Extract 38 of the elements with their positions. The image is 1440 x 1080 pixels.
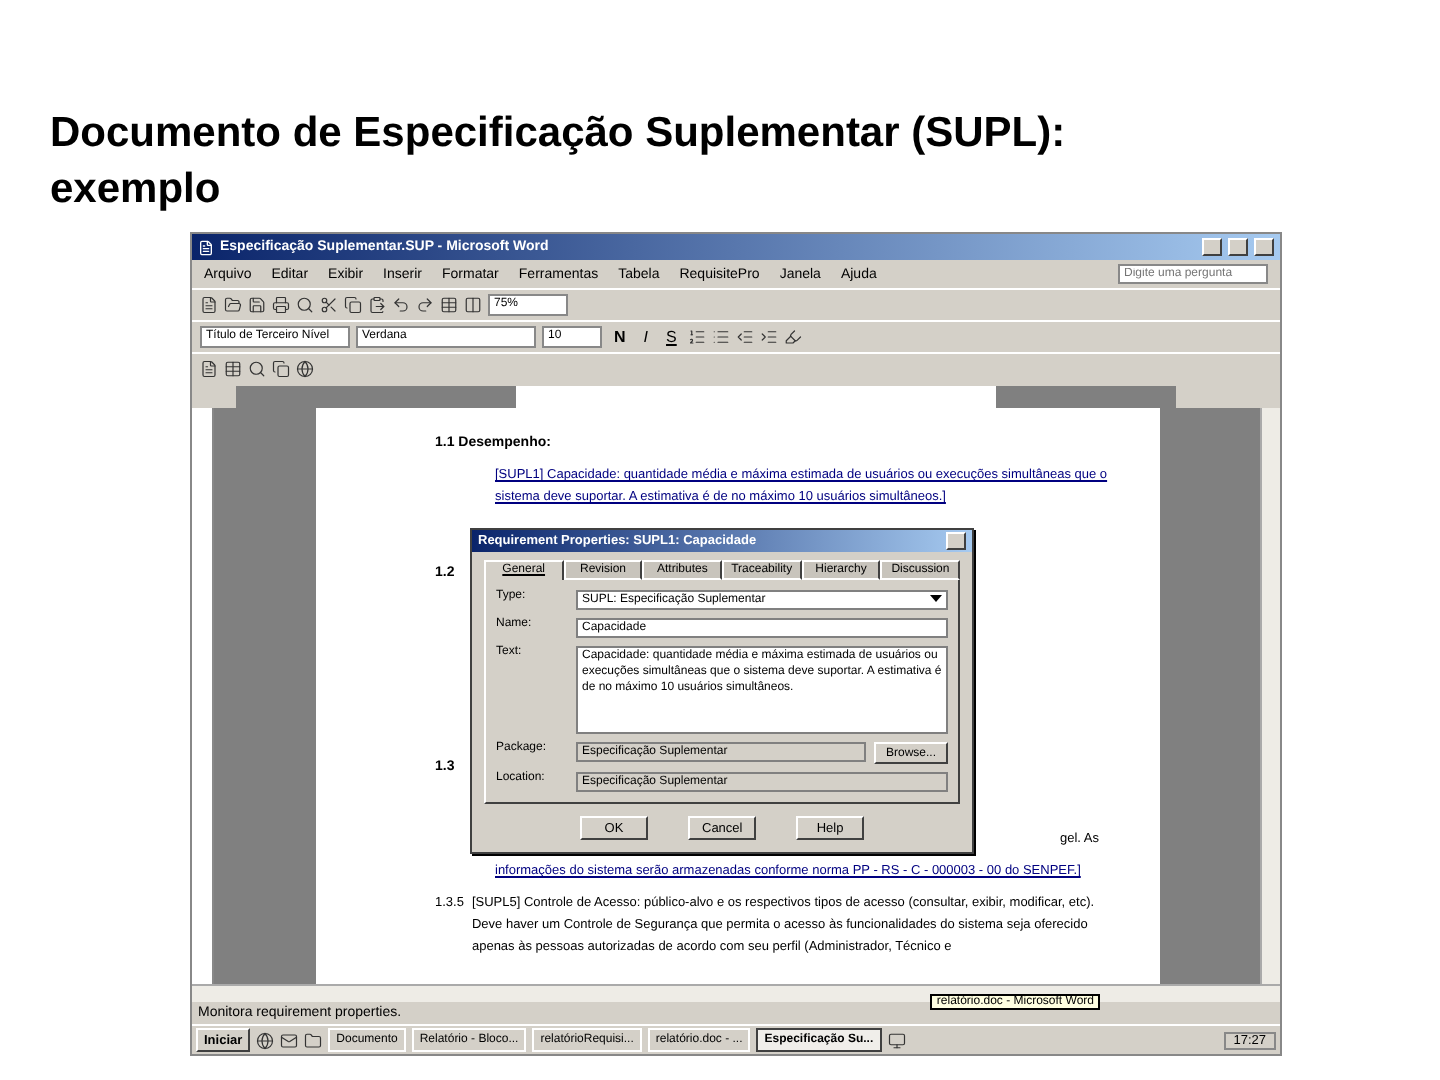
save-icon[interactable] — [248, 296, 266, 314]
table-icon[interactable] — [440, 296, 458, 314]
printer-icon[interactable] — [272, 296, 290, 314]
columns-icon[interactable] — [464, 296, 482, 314]
close-button[interactable] — [1254, 238, 1274, 256]
indent-icon[interactable] — [760, 328, 779, 346]
globe-icon[interactable] — [296, 360, 314, 378]
copy-icon[interactable] — [272, 360, 290, 378]
slide-title: Documento de Especificação Suplementar (SUPL): exemplo — [50, 108, 1068, 216]
horizontal-scrollbar[interactable] — [192, 984, 1280, 1002]
numbered-list-icon[interactable] — [688, 328, 707, 346]
undo-icon[interactable] — [392, 296, 410, 314]
document-icon[interactable] — [200, 360, 218, 378]
close-button[interactable] — [946, 532, 966, 550]
vertical-scrollbar[interactable] — [1260, 408, 1280, 984]
dropdown-arrow-icon[interactable] — [930, 592, 942, 604]
monitor-icon[interactable] — [887, 1031, 906, 1049]
minimize-button[interactable] — [1202, 238, 1222, 256]
folder-icon[interactable] — [304, 1031, 323, 1049]
scissors-icon[interactable] — [320, 296, 338, 314]
redo-icon[interactable] — [416, 296, 434, 314]
italic-button[interactable]: I — [637, 328, 655, 346]
copy-icon[interactable] — [344, 296, 362, 314]
search-icon[interactable] — [248, 360, 266, 378]
outdent-icon[interactable] — [736, 328, 755, 346]
new-document-icon[interactable] — [200, 296, 218, 314]
search-icon[interactable] — [296, 296, 314, 314]
underline-button[interactable]: S — [660, 328, 683, 346]
mail-icon[interactable] — [280, 1031, 299, 1049]
paste-icon[interactable] — [368, 296, 386, 314]
folder-icon[interactable] — [224, 296, 242, 314]
bullet-list-icon[interactable] — [712, 328, 731, 346]
restore-button[interactable] — [1228, 238, 1248, 256]
document-icon — [198, 239, 214, 255]
bold-button[interactable]: N — [608, 328, 632, 346]
table-icon[interactable] — [224, 360, 242, 378]
globe-icon[interactable] — [256, 1031, 275, 1049]
highlighter-icon[interactable] — [784, 328, 803, 346]
